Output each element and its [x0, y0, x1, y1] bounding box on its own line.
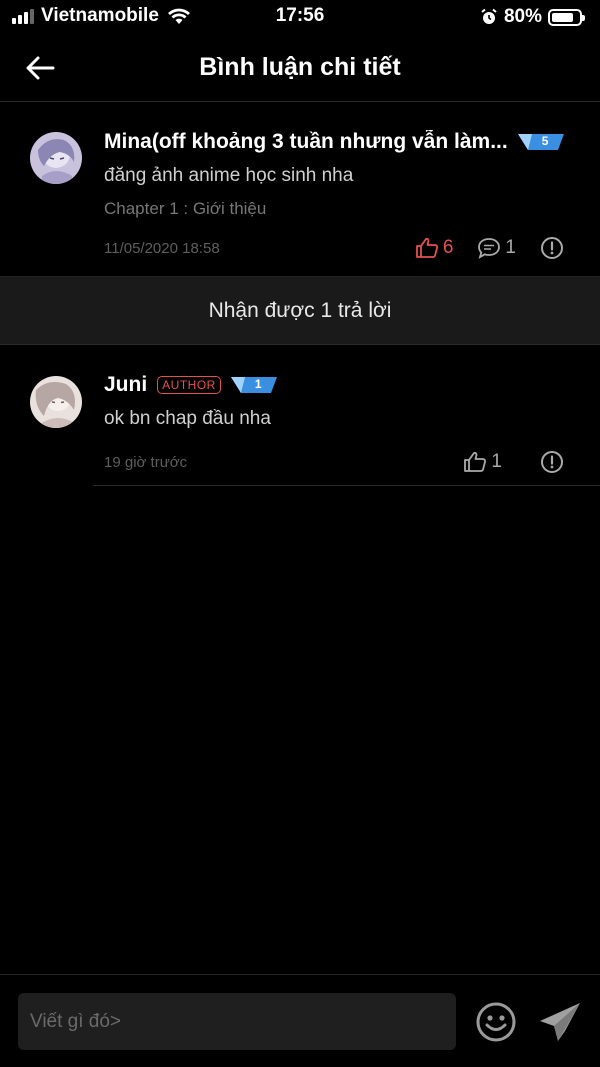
arrow-left-icon [26, 56, 55, 80]
emoji-button[interactable] [475, 1001, 517, 1048]
thumbs-up-icon [464, 452, 487, 472]
comment-name-row: Mina(off khoảng 3 tuần nhưng vẫn làm... … [104, 127, 582, 157]
comment-input[interactable] [18, 993, 456, 1050]
reply-comment: Juni AUTHOR 1 ok bn chap đầu nha 19 giờ … [0, 346, 600, 487]
comment-composer [0, 974, 600, 1067]
reply-text: ok bn chap đầu nha [104, 408, 271, 429]
reply-body: Juni AUTHOR 1 ok bn chap đầu nha [104, 370, 582, 430]
avatar[interactable] [30, 376, 82, 428]
comment-meta: 11/05/2020 18:58 6 1 [104, 236, 564, 260]
level-badge: 1 [230, 375, 277, 395]
level-number: 1 [254, 377, 262, 391]
username[interactable]: Mina(off khoảng 3 tuần nhưng vẫn làm... [104, 130, 508, 154]
status-right: 80% [480, 6, 585, 28]
reply-count-banner: Nhận được 1 trả lời [0, 276, 600, 345]
alert-circle-icon [541, 451, 563, 473]
back-button[interactable] [20, 48, 60, 88]
smiley-icon [476, 1002, 516, 1042]
send-button[interactable] [538, 1001, 582, 1048]
reply-count: 1 [505, 237, 516, 258]
level-badge: 5 [517, 132, 564, 152]
level-number: 5 [541, 134, 549, 148]
battery-fill [552, 12, 573, 22]
avatar[interactable] [30, 132, 82, 184]
like-count: 6 [442, 237, 454, 258]
nav-header: Bình luận chi tiết [0, 34, 600, 102]
comment-body: Mina(off khoảng 3 tuần nhưng vẫn làm... … [104, 127, 582, 219]
username[interactable]: Juni [104, 373, 147, 397]
send-plane-icon [540, 1003, 580, 1041]
report-button[interactable] [540, 236, 564, 260]
status-bar: Vietnamobile 17:56 80% [0, 0, 600, 34]
reply-meta: 19 giờ trước 1 [104, 450, 564, 474]
comment-time: 11/05/2020 18:58 [104, 239, 220, 257]
alert-circle-icon [541, 237, 563, 259]
chapter-link[interactable]: Chapter 1 : Giới thiệu [104, 199, 582, 219]
like-button[interactable]: 1 [463, 451, 502, 473]
chat-bubble-icon [478, 238, 501, 259]
like-button[interactable]: 6 [415, 237, 454, 259]
report-button[interactable] [540, 450, 564, 474]
comment-text: đăng ảnh anime học sinh nha [104, 165, 354, 186]
alarm-icon [481, 8, 497, 24]
reply-time: 19 giờ trước [104, 453, 188, 471]
reply-count-button[interactable]: 1 [477, 237, 516, 259]
like-count: 1 [491, 451, 502, 472]
author-tag: AUTHOR [157, 376, 221, 394]
page-title: Bình luận chi tiết [199, 53, 401, 81]
divider [93, 485, 600, 486]
battery-percent: 80% [503, 6, 542, 27]
battery-icon [548, 8, 585, 26]
thumbs-up-icon [415, 238, 438, 258]
reply-name-row: Juni AUTHOR 1 [104, 370, 582, 400]
main-comment: Mina(off khoảng 3 tuần nhưng vẫn làm... … [0, 103, 600, 275]
